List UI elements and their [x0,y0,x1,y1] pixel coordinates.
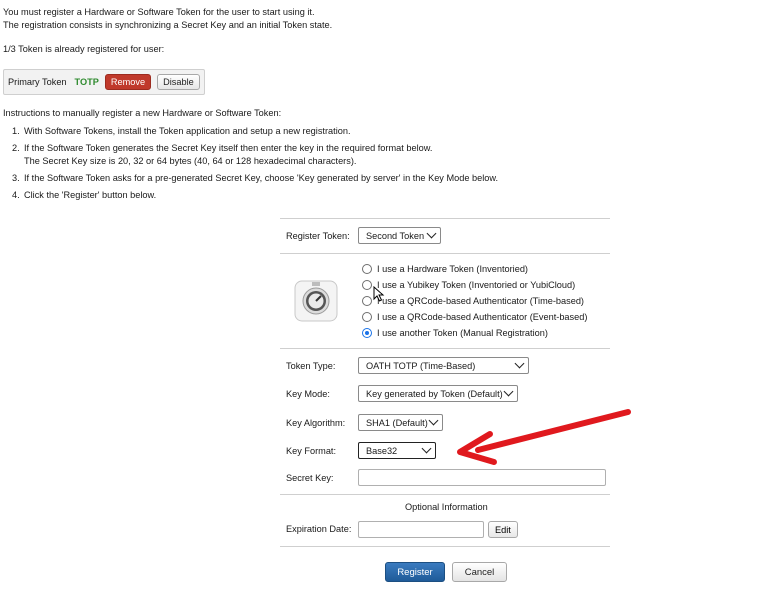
safe-dial-icon [294,280,338,322]
chevron-down-icon [426,228,437,239]
remove-token-button[interactable]: Remove [104,74,152,90]
registered-status: 1/3 Token is already registered for user… [3,44,165,54]
option-qrcode-event[interactable]: I use a QRCode-based Authenticator (Even… [362,312,587,322]
key-format-label: Key Format: [286,446,337,456]
register-token-label: Register Token: [286,231,350,241]
chevron-down-icon [428,415,439,426]
key-mode-select[interactable]: Key generated by Token (Default) [358,385,518,402]
divider [280,253,610,254]
radio-qrcode-event[interactable] [362,312,372,322]
primary-token-row: Primary Token TOTP Remove Disable [3,69,205,95]
mouse-cursor-icon [373,285,385,302]
key-mode-label: Key Mode: [286,389,330,399]
instruction-item: 4. Click the 'Register' button below. [12,190,157,200]
divider [280,546,610,547]
option-yubikey-token[interactable]: I use a Yubikey Token (Inventoried or Yu… [362,280,575,290]
option-hardware-token[interactable]: I use a Hardware Token (Inventoried) [362,264,528,274]
instruction-item: 3. If the Software Token asks for a pre-… [12,173,499,183]
secret-key-label: Secret Key: [286,473,334,483]
primary-token-name: Primary Token [8,77,67,87]
radio-hardware-token[interactable] [362,264,372,274]
token-type-label: Token Type: [286,361,336,371]
chevron-down-icon [514,358,525,369]
disable-token-button[interactable]: Disable [157,74,200,90]
radio-qrcode-time[interactable] [362,296,372,306]
expiration-date-input[interactable] [358,521,484,538]
primary-token-type: TOTP [74,77,99,87]
register-button[interactable]: Register [385,562,445,582]
instruction-item: 2. If the Software Token generates the S… [12,143,433,166]
radio-yubikey-token[interactable] [362,280,372,290]
edit-expiration-button[interactable]: Edit [488,521,518,538]
chevron-down-icon [421,443,432,454]
key-format-select[interactable]: Base32 [358,442,436,459]
instruction-item: 1. With Software Tokens, install the Tok… [12,126,351,136]
register-token-select[interactable]: Second Token [358,227,441,244]
option-qrcode-time[interactable]: I use a QRCode-based Authenticator (Time… [362,296,584,306]
chevron-down-icon [503,386,514,397]
divider [280,494,610,495]
expiration-date-label: Expiration Date: [286,524,352,534]
intro-text: You must register a Hardware or Software… [3,6,332,32]
intro-line-1: You must register a Hardware or Software… [3,7,315,17]
key-algorithm-select[interactable]: SHA1 (Default) [358,414,443,431]
option-manual-registration[interactable]: I use another Token (Manual Registration… [362,328,548,338]
cancel-button[interactable]: Cancel [452,562,507,582]
divider [280,218,610,219]
optional-info-title: Optional Information [405,502,488,512]
instructions-title: Instructions to manually register a new … [3,108,282,118]
token-type-select[interactable]: OATH TOTP (Time-Based) [358,357,529,374]
radio-manual-registration[interactable] [362,328,372,338]
instructions-list: 1. With Software Tokens, install the Tok… [12,125,498,206]
key-algorithm-label: Key Algorithm: [286,418,346,428]
intro-line-2: The registration consists in synchronizi… [3,20,333,30]
red-arrow-icon [452,406,634,466]
secret-key-input[interactable] [358,469,606,486]
divider [280,348,610,349]
